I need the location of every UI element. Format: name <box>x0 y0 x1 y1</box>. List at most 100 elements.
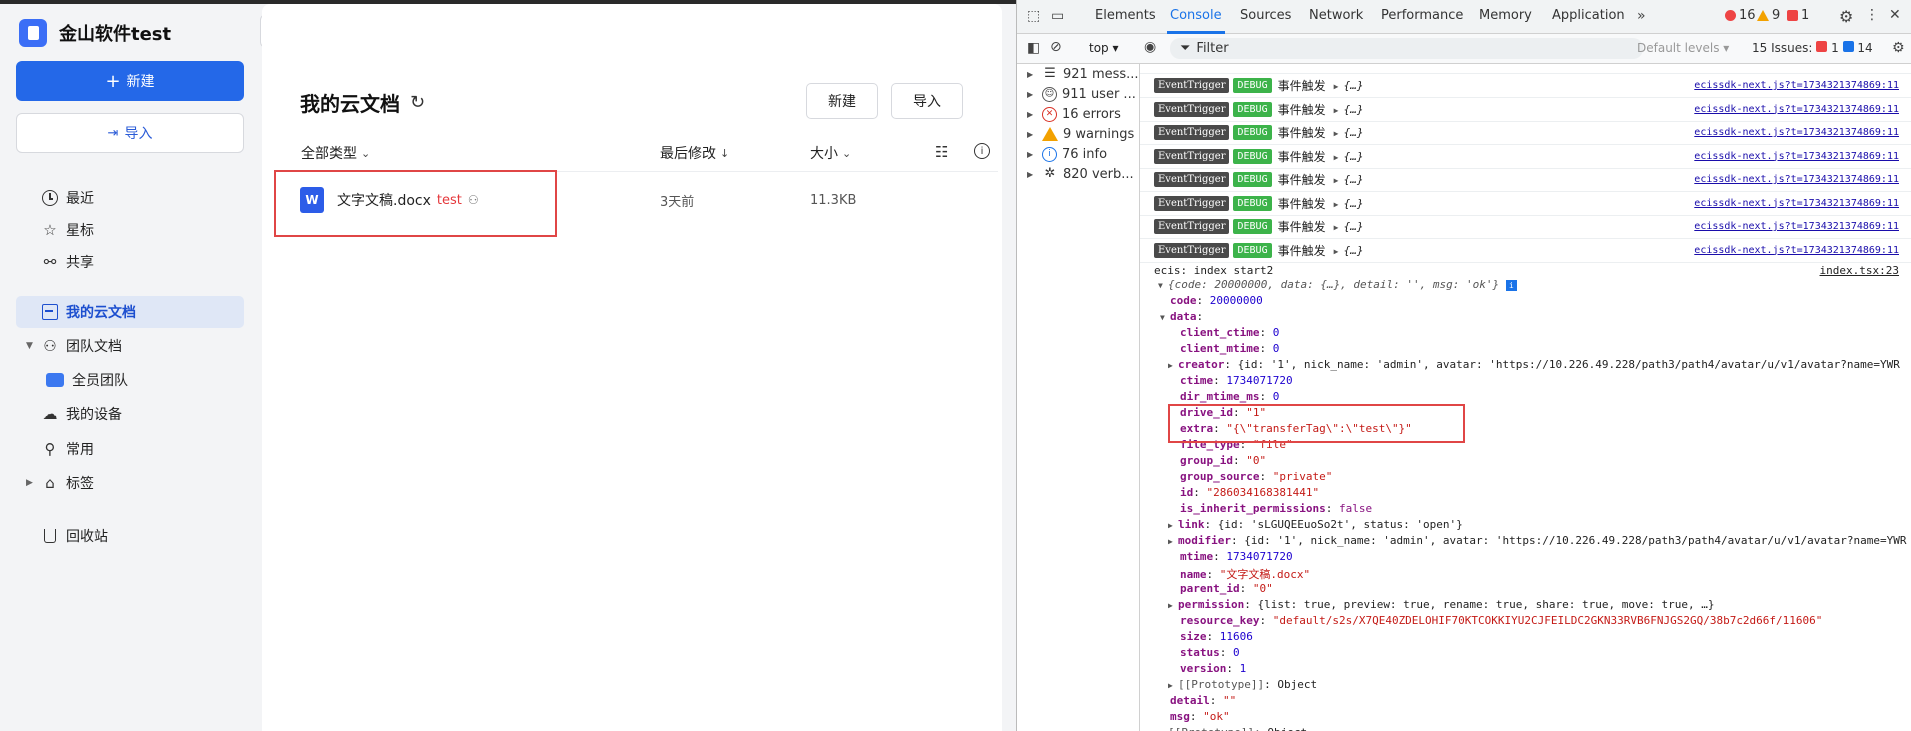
log-object[interactable]: ▶ {…} <box>1334 103 1364 116</box>
sidebar-info[interactable]: ▶ i 76 info <box>1027 144 1107 164</box>
log-object[interactable]: ▶ {…} <box>1334 173 1364 186</box>
console-settings-icon[interactable]: ⚙ <box>1892 40 1905 56</box>
log-object[interactable]: ▶ {…} <box>1334 197 1364 210</box>
expand-arrow-icon[interactable]: ▶ <box>1168 521 1178 530</box>
field-prototype[interactable]: ▶[[Prototype]]: Object <box>1168 678 1317 691</box>
sidebar-item-frequent[interactable]: ⚲ 常用 <box>16 433 244 465</box>
sidebar-verbose[interactable]: ▶ ✲ 820 verb... <box>1027 164 1134 184</box>
sidebar-warnings[interactable]: ▶ 9 warnings <box>1027 124 1134 144</box>
sidebar-item-all-team[interactable]: 全员团队 <box>16 364 244 396</box>
field-prototype[interactable]: ▶[[Prototype]]: Object <box>1158 726 1307 731</box>
event-log-row[interactable]: EventTrigger DEBUG 事件触发 ▶ {…} ecissdk-next.js… <box>1140 145 1911 169</box>
issues-counter[interactable]: 15 Issues: 1 14 <box>1752 41 1873 55</box>
expand-arrow-icon[interactable]: ▶ <box>1334 176 1344 185</box>
event-log-row[interactable]: EventTrigger DEBUG 事件触发 ▶ {…} ecissdk-next.js… <box>1140 239 1911 263</box>
expand-arrow-icon[interactable]: ▶ <box>1168 681 1178 690</box>
caret-down-icon[interactable]: ▼ <box>26 341 33 351</box>
log-levels-select[interactable]: Default levels ▾ <box>1637 41 1729 55</box>
device-toolbar-icon[interactable]: ▭ <box>1051 8 1064 24</box>
sidebar-toggle-icon[interactable]: ◧ <box>1027 40 1040 56</box>
tab-application[interactable]: Application <box>1552 8 1625 23</box>
log-object[interactable]: ▶ {…} <box>1334 150 1364 163</box>
expand-arrow-icon[interactable]: ▶ <box>1168 537 1178 546</box>
sidebar-errors[interactable]: ▶ ✕ 16 errors <box>1027 104 1121 124</box>
more-tabs-icon[interactable]: » <box>1637 8 1646 24</box>
event-log-row[interactable]: EventTrigger DEBUG 事件触发 ▶ {…} ecissdk-next.js… <box>1140 215 1911 239</box>
log-source-link[interactable]: ecissdk-next.js?t=1734321374869:11 <box>1694 198 1899 209</box>
log-object[interactable]: ▶ {…} <box>1334 126 1364 139</box>
tab-sources[interactable]: Sources <box>1240 8 1291 23</box>
log-source-link[interactable]: ecissdk-next.js?t=1734321374869:11 <box>1694 245 1899 256</box>
sidebar-user-messages[interactable]: ▶ ☺ 911 user ... <box>1027 84 1136 104</box>
index-log-source[interactable]: index.tsx:23 <box>1820 264 1899 277</box>
sidebar-item-shared[interactable]: ⚯ 共享 <box>16 246 244 278</box>
collapse-arrow-icon[interactable]: ▼ <box>1160 313 1170 322</box>
more-options-icon[interactable]: ⋮ <box>1865 7 1879 23</box>
field-creator[interactable]: ▶ creator: {id: '1', nick_name: 'admin', … <box>1168 358 1900 371</box>
header-new-button[interactable]: 新建 <box>806 83 878 119</box>
field-modifier[interactable]: ▶ modifier: {id: '1', nick_name: 'admin',… <box>1168 534 1907 547</box>
expand-arrow-icon[interactable]: ▶ <box>1334 200 1344 209</box>
list-settings-icon[interactable]: ☷ <box>935 143 948 161</box>
event-log-row[interactable]: EventTrigger DEBUG 事件触发 ▶ {…} ecissdk-next.js… <box>1140 168 1911 192</box>
new-button[interactable]: + 新建 <box>16 61 244 101</box>
log-object[interactable]: ▶ {…} <box>1334 244 1364 257</box>
expand-arrow-icon[interactable]: ▶ <box>1168 601 1178 610</box>
column-type-filter[interactable]: 全部类型 ⌄ <box>301 143 370 163</box>
tab-network[interactable]: Network <box>1309 8 1363 23</box>
sidebar-item-my-devices[interactable]: ☁ 我的设备 <box>16 398 244 430</box>
event-log-row[interactable]: EventTrigger DEBUG 事件触发 ▶ {…} ecissdk-next.js… <box>1140 74 1911 98</box>
error-badge[interactable]: 16 <box>1725 8 1756 23</box>
column-size[interactable]: 大小 ⌄ <box>810 143 851 163</box>
issues-badge[interactable]: 1 <box>1787 8 1809 23</box>
expand-arrow-icon[interactable]: ▶ <box>1334 106 1344 115</box>
field-link[interactable]: ▶ link: {id: 'sLGUQEEuoSo2t', status: 'op… <box>1168 518 1463 531</box>
expand-arrow-icon[interactable]: ▶ <box>1334 129 1344 138</box>
warning-badge[interactable]: 9 <box>1757 8 1780 23</box>
log-source-link[interactable]: ecissdk-next.js?t=1734321374869:11 <box>1694 221 1899 232</box>
expand-arrow-icon[interactable]: ▶ <box>1334 247 1344 256</box>
sidebar-messages[interactable]: ▶ ☰ 921 mess... <box>1027 64 1139 84</box>
log-source-link[interactable]: ecissdk-next.js?t=1734321374869:11 <box>1694 174 1899 185</box>
field-data[interactable]: ▼ data: <box>1160 310 1203 323</box>
log-source-link[interactable]: ecissdk-next.js?t=1734321374869:11 <box>1694 127 1899 138</box>
settings-gear-icon[interactable]: ⚙ <box>1839 7 1853 26</box>
info-icon[interactable]: i <box>974 143 990 159</box>
tab-console[interactable]: Console <box>1170 8 1222 23</box>
expand-arrow-icon[interactable]: ▶ <box>1334 223 1344 232</box>
sidebar-item-starred[interactable]: ☆ 星标 <box>16 214 244 246</box>
close-icon[interactable]: ✕ <box>1889 7 1901 23</box>
event-log-row[interactable]: EventTrigger DEBUG 事件触发 ▶ {…} ecissdk-next.js… <box>1140 98 1911 122</box>
sidebar-item-trash[interactable]: 回收站 <box>16 520 244 552</box>
expand-arrow-icon[interactable]: ▶ <box>1334 153 1344 162</box>
inspect-element-icon[interactable]: ⬚ <box>1027 8 1040 24</box>
log-source-link[interactable]: ecissdk-next.js?t=1734321374869:11 <box>1694 80 1899 91</box>
event-log-row[interactable]: EventTrigger DEBUG 事件触发 ▶ {…} ecissdk-next.js… <box>1140 121 1911 145</box>
log-source-link[interactable]: ecissdk-next.js?t=1734321374869:11 <box>1694 151 1899 162</box>
expand-arrow-icon[interactable]: ▶ <box>1168 361 1178 370</box>
console-filter-input[interactable]: ⏷ Filter <box>1170 38 1643 59</box>
event-log-row[interactable]: EventTrigger DEBUG 事件触发 ▶ {…} ecissdk-next.js… <box>1140 192 1911 216</box>
tab-memory[interactable]: Memory <box>1479 8 1532 23</box>
sidebar-item-recent[interactable]: 最近 <box>16 182 244 214</box>
log-object[interactable]: ▶ {…} <box>1334 220 1364 233</box>
import-button[interactable]: ⇥ 导入 <box>16 113 244 153</box>
refresh-icon[interactable]: ↻ <box>410 92 425 113</box>
header-import-button[interactable]: 导入 <box>891 83 963 119</box>
expand-arrow-icon[interactable]: ▶ <box>1334 82 1344 91</box>
sidebar-item-team-docs[interactable]: ▼ ⚇ 团队文档 <box>16 330 244 362</box>
log-object[interactable]: ▶ {…} <box>1334 79 1364 92</box>
column-modified[interactable]: 最后修改 ↓ <box>660 143 729 163</box>
sidebar-item-tags[interactable]: ▶ ⌂ 标签 <box>16 467 244 499</box>
clear-console-icon[interactable]: ⊘ <box>1050 39 1062 55</box>
context-select[interactable]: top ▾ <box>1089 41 1119 55</box>
tab-performance[interactable]: Performance <box>1381 8 1463 23</box>
sidebar-item-my-cloud-docs[interactable]: 我的云文档 <box>16 296 244 328</box>
field-permission[interactable]: ▶ permission: {list: true, preview: true,… <box>1168 598 1714 611</box>
collapse-arrow-icon[interactable]: ▼ <box>1158 281 1168 290</box>
tab-elements[interactable]: Elements <box>1095 8 1156 23</box>
log-source-link[interactable]: ecissdk-next.js?t=1734321374869:11 <box>1694 104 1899 115</box>
caret-right-icon[interactable]: ▶ <box>26 478 33 488</box>
eye-icon[interactable]: ◉ <box>1144 39 1156 55</box>
object-summary[interactable]: ▼ {code: 20000000, data: {…}, detail: '',… <box>1158 278 1517 291</box>
